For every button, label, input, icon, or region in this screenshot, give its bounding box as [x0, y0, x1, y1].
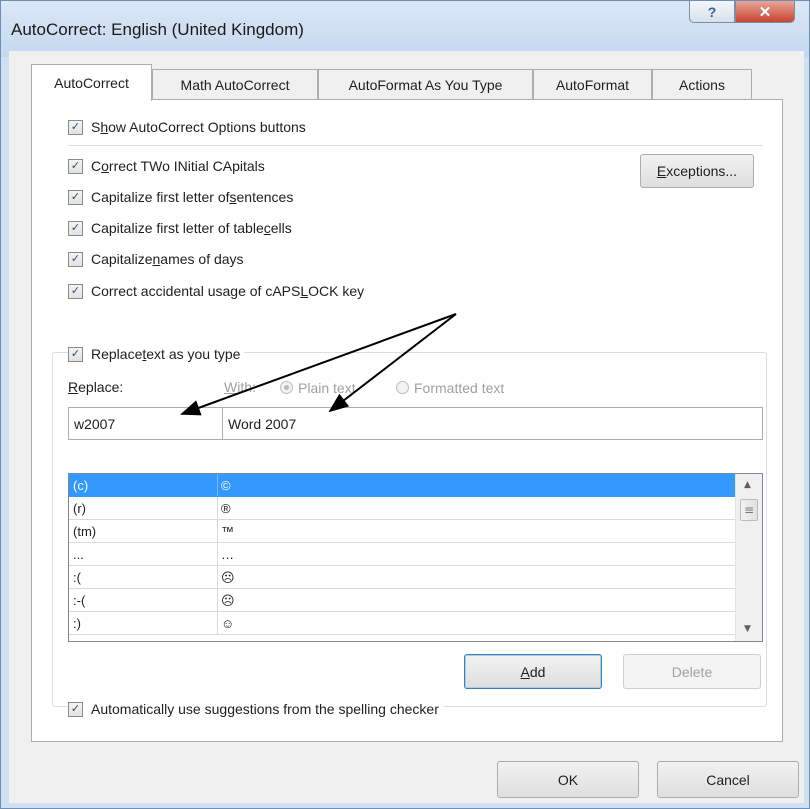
capitalize-days-checkbox[interactable]: ✓ Capitalize n ames of days — [68, 251, 244, 267]
checkbox-check-icon: ✓ — [68, 701, 83, 717]
formatted-text-label: Formatted text — [414, 380, 505, 396]
checkbox-check-icon: ✓ — [68, 283, 83, 299]
close-button[interactable]: ✕ — [735, 1, 795, 23]
spelling-suggestions-checkbox[interactable]: ✓ Automatically use su g gestions from the… — [68, 701, 443, 717]
close-icon: ✕ — [758, 3, 772, 21]
caps-lock-checkbox[interactable]: ✓ Correct accidental usage of cAPS L OCK … — [68, 283, 364, 299]
capitalize-sentences-checkbox[interactable]: ✓ Capitalize first letter of s entences — [68, 189, 293, 205]
scrollbar-thumb[interactable]: ≡ — [740, 499, 758, 521]
delete-button[interactable]: Delete — [623, 654, 761, 689]
replace-text-as-you-type-checkbox[interactable]: ✓ Replace t ext as you type — [68, 346, 245, 362]
checkbox-check-icon: ✓ — [68, 251, 83, 267]
tab-autoformat[interactable]: AutoFormat — [533, 69, 652, 100]
correct-two-initial-capitals-checkbox[interactable]: ✓ Co rrect TWo INitial CApitals — [68, 158, 265, 174]
list-scrollbar[interactable]: ▲ ≡ ▼ — [735, 474, 762, 641]
scroll-up-icon[interactable]: ▲ — [744, 480, 751, 490]
list-item[interactable]: :(☹ — [69, 566, 735, 589]
separator — [68, 145, 763, 146]
replace-input[interactable]: w2007 — [68, 407, 223, 440]
list-item[interactable]: :-(☹ — [69, 589, 735, 612]
list-item[interactable]: (c) © — [69, 474, 735, 497]
scroll-down-icon[interactable]: ▼ — [744, 624, 751, 634]
list-item[interactable]: ...… — [69, 543, 735, 566]
tab-autocorrect[interactable]: AutoCorrect — [31, 64, 152, 101]
checkbox-check-icon: ✓ — [68, 220, 83, 236]
checkbox-check-icon: ✓ — [68, 189, 83, 205]
show-autocorrect-options-checkbox[interactable]: ✓ Sh ow AutoCorrect Options buttons — [68, 119, 306, 135]
with-input[interactable]: Word 2007 — [222, 407, 763, 440]
checkbox-check-icon: ✓ — [68, 158, 83, 174]
window-title: AutoCorrect: English (United Kingdom) — [11, 20, 304, 39]
tab-math-autocorrect[interactable]: Math AutoCorrect — [152, 69, 318, 100]
plain-text-label: Plain text — [298, 380, 356, 396]
autocorrect-dialog: AutoCorrect: English (United Kingdom) ? … — [0, 0, 810, 809]
grip-icon: ≡ — [743, 503, 755, 517]
formatted-text-radio[interactable] — [396, 381, 409, 394]
exceptions-button[interactable]: Exceptions... — [640, 154, 754, 188]
help-button[interactable]: ? — [689, 1, 735, 23]
checkbox-check-icon: ✓ — [68, 119, 83, 135]
list-item[interactable]: :) ☺ — [69, 612, 735, 635]
title-bar: AutoCorrect: English (United Kingdom) ? … — [1, 1, 809, 57]
autocorrect-tab-panel: ✓ Sh ow AutoCorrect Options buttons ✓ Cor… — [31, 99, 783, 742]
add-button[interactable]: Add — [464, 654, 602, 689]
with-label: With: — [224, 379, 256, 395]
plain-text-radio[interactable] — [280, 381, 293, 394]
capitalize-table-cells-checkbox[interactable]: ✓ Capitalize first letter of table c ells — [68, 220, 292, 236]
autocorrect-entries-list[interactable]: (c) © (r) ® (tm) ™ ...… :(☹ :-(☹ :) ☺ ▲ ≡ ▼ — [68, 473, 763, 642]
help-icon: ? — [707, 3, 717, 20]
replace-label: Replace: — [68, 379, 124, 395]
list-item[interactable]: (tm) ™ — [69, 520, 735, 543]
tab-actions[interactable]: Actions — [652, 69, 752, 100]
list-item[interactable]: (r) ® — [69, 497, 735, 520]
checkbox-check-icon: ✓ — [68, 346, 83, 362]
ok-button[interactable]: OK — [497, 761, 639, 798]
cancel-button[interactable]: Cancel — [657, 761, 799, 798]
tab-autoformat-as-you-type[interactable]: AutoFormat As You Type — [318, 69, 533, 100]
